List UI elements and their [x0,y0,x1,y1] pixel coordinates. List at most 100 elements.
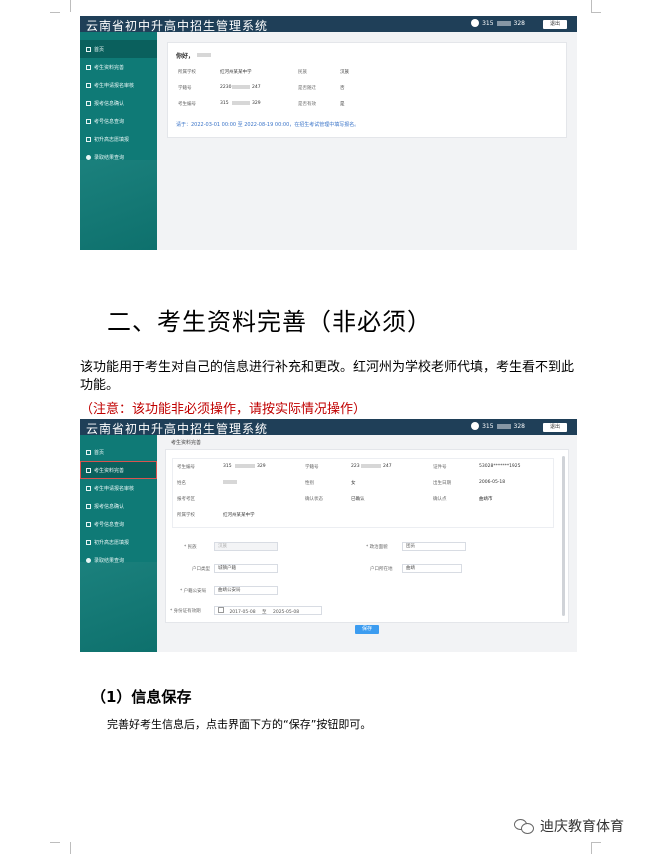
value-exam-no-prefix: 315 [223,464,232,469]
sidebar-item-profile[interactable]: 考生资料完善 [80,58,157,76]
masked-text [235,464,255,468]
sidebar-item-wish[interactable]: 初升高志愿填报 [80,130,157,148]
tab-profile[interactable]: 考生资料完善 [171,439,201,446]
sidebar-item-home[interactable]: 首页 [80,443,157,461]
user-id-prefix: 315 [482,19,494,27]
save-button[interactable]: 保存 [355,625,379,634]
hukou-place-input[interactable]: 曲靖 [402,564,462,573]
masked-text [496,20,511,26]
label-confirm-point: 确认点 [433,497,447,502]
sidebar-item-confirm[interactable]: 报考信息确认 [80,497,157,515]
label-ethnic: * 民族 [184,545,197,550]
value-xueji-prefix: 2230 [220,85,232,90]
value-confirm-point: 曲靖市 [479,497,493,502]
card-icon [86,118,91,124]
logout-button[interactable]: 退出 [543,20,567,29]
greeting: 你好， [176,53,195,60]
sidebar-item-profile[interactable]: 考生资料完善 [80,461,157,479]
sidebar-item-apply[interactable]: 考生申请报名审核 [80,479,157,497]
ethnic-select[interactable]: 汉族 [214,542,278,551]
value-exam-no-suffix: 329 [252,101,261,106]
warning-note: （注意：该功能非必须操作，请按实际情况操作） [80,402,367,417]
value-valid: 是 [340,102,345,107]
user-id-suffix: 328 [513,19,525,27]
value-id-no: 53028*******1925 [479,464,521,469]
wechat-icon [514,819,534,834]
section-heading: 二、考生资料完善（非必须） [107,308,432,336]
description-paragraph: 该功能用于考生对自己的信息进行补充和更改。红河州为学校老师代填，考生看不到此功能… [80,360,575,393]
subsection-heading: （1）信息保存 [91,688,192,706]
info-icon [86,154,91,160]
doc-icon [86,539,91,545]
screenshot-home: 云南省初中升高中招生管理系统 315 328 退出 首页 考生资料完善 考生申请… [80,16,577,250]
sidebar-item-apply[interactable]: 考生申请报名审核 [80,76,157,94]
user-info: 315 328 [471,19,525,27]
instruction-text: 完善好考生信息后，点击界面下方的“保存”按钮即可。 [107,718,372,731]
value-school: 红河州某某中学 [220,70,252,75]
value-xueji-suffix: 247 [383,464,392,469]
app-header: 云南省初中升高中招生管理系统 315 328 退出 [80,419,577,436]
app-header: 云南省初中升高中招生管理系统 315 328 退出 [80,16,577,33]
politic-select[interactable]: 团员 [402,542,466,551]
watermark: 迪庆教育体育 [514,816,624,836]
brand-name: 迪庆教育体育 [540,819,624,835]
value-gender: 女 [351,481,356,486]
sidebar-item-exam-no[interactable]: 考号信息查询 [80,515,157,533]
sidebar-item-exam-no[interactable]: 考号信息查询 [80,112,157,130]
user-id-prefix: 315 [482,422,494,430]
id-period-range[interactable]: 2017-05-08 至 2025-05-08 [214,606,322,615]
label-name: 姓名 [177,481,186,486]
corner-mark [591,12,601,13]
label-politic: * 政治面貌 [366,545,388,550]
masked-name [223,480,237,484]
doc-icon [86,136,91,142]
doc-icon [86,467,91,473]
label-school: 所属学校 [177,513,195,518]
masked-text [232,101,250,105]
corner-mark [60,842,71,854]
value-ethnic: 汉族 [340,70,349,75]
label-xueji: 学籍号 [178,86,192,91]
corner-mark [591,842,602,854]
label-xueji: 学籍号 [305,465,319,470]
sidebar: 首页 考生资料完善 考生申请报名审核 报考信息确认 考号信息查询 初升高志愿填报… [80,32,157,250]
profile-card: 考生编号 315 329 学籍号 223 247 证件号 53028******… [165,449,569,623]
label-hukou-type: 户口类型 [192,567,210,572]
sidebar-item-confirm[interactable]: 报考信息确认 [80,94,157,112]
value-school: 红河州某某中学 [223,513,255,518]
main-content: 考生资料完善 考生编号 315 329 学籍号 223 247 证件号 5302… [157,435,577,652]
masked-text [361,464,381,468]
welcome-card: 你好， 所属学校 红河州某某中学 民族 汉族 学籍号 2230 247 是否随迁… [167,42,567,138]
label-ethnic: 民族 [298,70,307,75]
value-suiqian: 否 [340,86,345,91]
value-birth: 2006-05-18 [479,480,506,485]
home-icon [86,46,91,52]
value-xueji-suffix: 247 [252,85,261,90]
doc-icon [86,485,91,491]
scrollbar[interactable] [562,456,565,616]
id-start-date: 2017-05-08 [229,610,256,615]
police-input[interactable]: 曲靖公安局 [214,586,278,595]
sidebar-item-wish[interactable]: 初升高志愿填报 [80,533,157,551]
corner-mark [591,842,601,843]
hukou-type-select[interactable]: 城镇户籍 [214,564,278,573]
range-separator: 至 [262,610,267,615]
label-gender: 性别 [305,481,314,486]
label-hukou-place: 户口所在地 [370,567,393,572]
label-confirm-status: 确认状态 [305,497,323,502]
doc-icon [86,82,91,88]
label-exam-no: 考生编号 [178,102,196,107]
label-id-no: 证件号 [433,465,447,470]
sidebar-item-home[interactable]: 首页 [80,40,157,58]
label-suiqian: 是否随迁 [298,86,316,91]
label-birth: 出生日期 [433,481,451,486]
screenshot-profile: 云南省初中升高中招生管理系统 315 328 退出 首页 考生资料完善 考生申请… [80,419,577,652]
logout-button[interactable]: 退出 [543,423,567,432]
doc-icon [86,64,91,70]
label-exam-no: 考生编号 [177,465,195,470]
label-valid: 是否有效 [298,102,316,107]
corner-mark [60,0,71,12]
label-school: 所属学校 [178,70,196,75]
value-xueji-prefix: 223 [351,464,360,469]
label-exam-area: 报考考区 [177,497,195,502]
